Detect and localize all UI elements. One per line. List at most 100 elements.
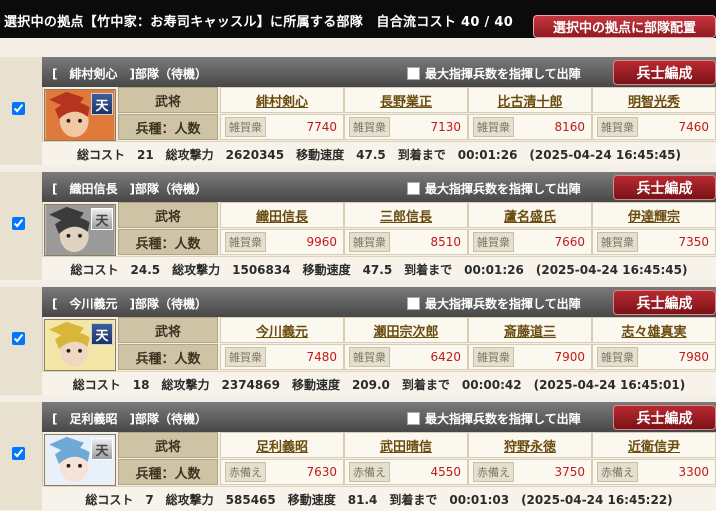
max-troops-label: 最大指揮兵数を指揮して出陣 <box>425 297 581 311</box>
unit-select-checkbox[interactable] <box>12 332 25 345</box>
leader-portrait[interactable]: 天 <box>44 319 116 371</box>
rarity-badge: 天 <box>91 323 113 345</box>
troop-count: 3750 <box>554 465 585 479</box>
general-link[interactable]: 近衛信尹 <box>628 436 680 455</box>
troop-type: 雑賀衆 <box>349 117 390 137</box>
unit-select-checkbox[interactable] <box>12 217 25 230</box>
max-troops-label: 最大指揮兵数を指揮して出陣 <box>425 67 581 81</box>
troop-cell: 雑賀衆 8160 <box>468 114 592 140</box>
troop-count: 9960 <box>306 235 337 249</box>
max-troops-toggle[interactable]: 最大指揮兵数を指揮して出陣 <box>407 410 581 427</box>
troop-cell: 赤備え 3750 <box>468 459 592 485</box>
troop-type: 雑賀衆 <box>597 347 638 367</box>
unit-generals-grid: 武将 緋村剣心 長野業正 比古清十郎 明智光秀 兵種：人数 雑賀衆 7740 雑賀… <box>118 87 716 141</box>
troop-type: 雑賀衆 <box>225 117 266 137</box>
troop-type: 雑賀衆 <box>225 347 266 367</box>
troops-row: 兵種：人数 雑賀衆 9960 雑賀衆 8510 雑賀衆 7660 雑賀衆 7350 <box>118 229 716 256</box>
troop-count: 8160 <box>554 120 585 134</box>
troop-cell: 雑賀衆 9960 <box>220 229 344 255</box>
troop-formation-button[interactable]: 兵士編成 <box>613 175 716 200</box>
unit-name: [ 緋村剣心 ]部隊（待機） <box>52 67 207 81</box>
leader-portrait[interactable]: 天 <box>44 434 116 486</box>
max-troops-toggle[interactable]: 最大指揮兵数を指揮して出陣 <box>407 180 581 197</box>
general-link[interactable]: 足利義昭 <box>256 436 308 455</box>
unit-generals-grid: 武将 織田信長 三郎信長 蘆名盛氏 伊達輝宗 兵種：人数 雑賀衆 9960 雑賀衆… <box>118 202 716 256</box>
general-link[interactable]: 織田信長 <box>256 206 308 225</box>
general-link[interactable]: 今川義元 <box>256 321 308 340</box>
max-troops-checkbox[interactable] <box>407 412 420 425</box>
general-link[interactable]: 狩野永徳 <box>504 436 556 455</box>
troop-count: 7900 <box>554 350 585 364</box>
unit-divider <box>0 395 716 402</box>
generals-row-label: 武将 <box>118 317 218 343</box>
troop-count: 7130 <box>430 120 461 134</box>
troop-cell: 赤備え 3300 <box>592 459 716 485</box>
troop-type: 赤備え <box>349 462 390 482</box>
generals-row-label: 武将 <box>118 87 218 113</box>
general-link[interactable]: 伊達輝宗 <box>628 206 680 225</box>
troop-count: 7660 <box>554 235 585 249</box>
troop-cell: 雑賀衆 7130 <box>344 114 468 140</box>
troop-type: 赤備え <box>597 462 638 482</box>
troop-count: 8510 <box>430 235 461 249</box>
max-troops-checkbox[interactable] <box>407 297 420 310</box>
max-troops-toggle[interactable]: 最大指揮兵数を指揮して出陣 <box>407 65 581 82</box>
troop-cell: 赤備え 4550 <box>344 459 468 485</box>
troops-row: 兵種：人数 赤備え 7630 赤備え 4550 赤備え 3750 赤備え 3300 <box>118 459 716 486</box>
troop-formation-button[interactable]: 兵士編成 <box>613 405 716 430</box>
troop-cell: 雑賀衆 7660 <box>468 229 592 255</box>
unit-select-checkbox[interactable] <box>12 447 25 460</box>
troop-cell: 雑賀衆 7350 <box>592 229 716 255</box>
unit-name: [ 織田信長 ]部隊（待機） <box>52 182 207 196</box>
unit-header: [ 織田信長 ]部隊（待機） 最大指揮兵数を指揮して出陣 兵士編成 <box>42 172 716 202</box>
unit-select-column <box>0 287 43 395</box>
max-troops-checkbox[interactable] <box>407 182 420 195</box>
general-link[interactable]: 比古清十郎 <box>497 91 562 110</box>
troop-formation-button[interactable]: 兵士編成 <box>613 290 716 315</box>
generals-row-label: 武将 <box>118 202 218 228</box>
general-link[interactable]: 長野業正 <box>380 91 432 110</box>
troop-type: 雑賀衆 <box>473 232 514 252</box>
troops-row-label: 兵種：人数 <box>118 344 218 370</box>
troop-cell: 雑賀衆 7480 <box>220 344 344 370</box>
leader-portrait[interactable]: 天 <box>44 204 116 256</box>
troop-cell: 雑賀衆 7740 <box>220 114 344 140</box>
max-troops-toggle[interactable]: 最大指揮兵数を指揮して出陣 <box>407 295 581 312</box>
troop-type: 雑賀衆 <box>349 232 390 252</box>
troop-count: 7480 <box>306 350 337 364</box>
general-link[interactable]: 緋村剣心 <box>256 91 308 110</box>
unit-divider <box>0 165 716 172</box>
generals-row-label: 武将 <box>118 432 218 458</box>
general-link[interactable]: 斎藤道三 <box>504 321 556 340</box>
troop-cell: 雑賀衆 6420 <box>344 344 468 370</box>
general-link[interactable]: 明智光秀 <box>628 91 680 110</box>
troop-cell: 雑賀衆 7460 <box>592 114 716 140</box>
general-link[interactable]: 武田晴信 <box>380 436 432 455</box>
troop-cell: 雑賀衆 7900 <box>468 344 592 370</box>
generals-row: 武将 今川義元 瀬田宗次郎 斎藤道三 志々雄真実 <box>118 317 716 344</box>
troop-type: 雑賀衆 <box>473 117 514 137</box>
unit-header: [ 足利義昭 ]部隊（待機） 最大指揮兵数を指揮して出陣 兵士編成 <box>42 402 716 432</box>
max-troops-checkbox[interactable] <box>407 67 420 80</box>
troop-cell: 雑賀衆 8510 <box>344 229 468 255</box>
unit-select-column <box>0 172 43 280</box>
deploy-units-button[interactable]: 選択中の拠点に部隊配置 <box>533 15 716 38</box>
troop-type: 赤備え <box>225 462 266 482</box>
troops-row-label: 兵種：人数 <box>118 459 218 485</box>
general-link[interactable]: 瀬田宗次郎 <box>373 321 438 340</box>
unit-select-checkbox[interactable] <box>12 102 25 115</box>
page-title: 選択中の拠点【竹中家：お寿司キャッスル】に所属する部隊 自合流コスト 40 / … <box>4 15 514 30</box>
generals-row: 武将 緋村剣心 長野業正 比古清十郎 明智光秀 <box>118 87 716 114</box>
leader-portrait[interactable]: 天 <box>44 89 116 141</box>
troop-count: 7350 <box>678 235 709 249</box>
troop-count: 7630 <box>306 465 337 479</box>
troop-type: 雑賀衆 <box>473 347 514 367</box>
general-link[interactable]: 三郎信長 <box>380 206 432 225</box>
troop-formation-button[interactable]: 兵士編成 <box>613 60 716 85</box>
unit-select-column <box>0 402 43 510</box>
troop-count: 4550 <box>430 465 461 479</box>
unit-name: [ 足利義昭 ]部隊（待機） <box>52 412 207 426</box>
general-link[interactable]: 蘆名盛氏 <box>504 206 556 225</box>
general-link[interactable]: 志々雄真実 <box>621 321 686 340</box>
max-troops-label: 最大指揮兵数を指揮して出陣 <box>425 182 581 196</box>
